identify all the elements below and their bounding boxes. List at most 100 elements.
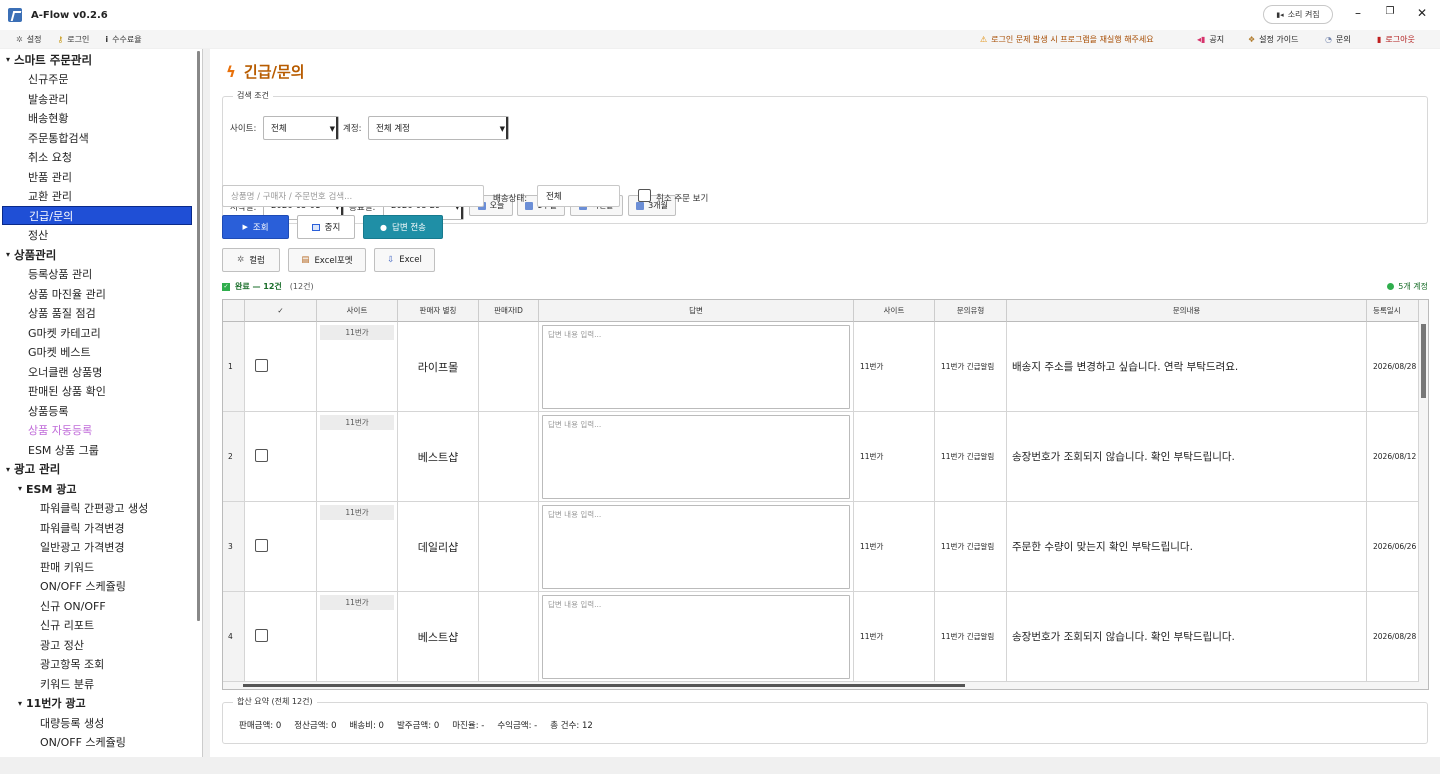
account-select[interactable]: 전체 계정 ▼ — [368, 116, 509, 140]
sidebar-item[interactable]: G마켓 베스트 — [0, 343, 91, 362]
sidebar-item[interactable]: 키워드 분류 — [0, 674, 94, 693]
sidebar-item[interactable]: G마켓 카테고리 — [0, 323, 101, 342]
chevron-down-icon[interactable]: ▾ — [14, 484, 26, 493]
sidebar-item-label: 긴급/문의 — [29, 209, 74, 223]
sidebar-item[interactable]: 긴급/문의 — [2, 206, 192, 225]
site-label: 사이트: — [230, 124, 257, 134]
sidebar-item-label: 상품 마진율 관리 — [28, 287, 106, 301]
sidebar-item[interactable]: 신규 ON/OFF — [0, 596, 106, 615]
menu-logout[interactable]: ▮ 로그아웃 — [1377, 30, 1415, 48]
menu-setup-guide[interactable]: ❖ 설정 가이드 — [1248, 30, 1299, 48]
inquiry-content-cell: 배송지 주소를 변경하고 싶습니다. 연락 부탁드려요. — [1007, 322, 1367, 412]
sound-toggle-button[interactable]: ▮◂ 소리 켜짐 — [1263, 5, 1333, 24]
sidebar-item[interactable]: 일반광고 가격변경 — [0, 538, 124, 557]
column-header[interactable]: ✓ — [245, 300, 317, 322]
menu-settings[interactable]: ✲ 설정 — [16, 34, 41, 45]
sidebar-item[interactable]: 주문통합검색 — [0, 128, 89, 147]
sidebar-item[interactable]: ON/OFF 스케쥴링 — [0, 577, 126, 596]
date-cell: 2026/08/28 — [1367, 322, 1419, 412]
sidebar-item[interactable]: ON/OFF 스케쥴링 — [0, 733, 126, 752]
sidebar-item[interactable]: 상품 품질 점검 — [0, 304, 96, 323]
sidebar-item[interactable]: 대량등록 생성 — [0, 713, 104, 732]
sidebar-item[interactable]: 교환 관리 — [0, 187, 72, 206]
column-header[interactable]: 답변 — [539, 300, 854, 322]
sidebar-item[interactable]: 광고항목 조회 — [0, 655, 104, 674]
sidebar-item[interactable]: ▾ 상품관리 — [0, 245, 56, 264]
answer-input[interactable]: 답변 내용 입력... — [542, 325, 850, 409]
sidebar-item[interactable]: 판매 키워드 — [0, 557, 94, 576]
keyword-search-input[interactable]: 상품명 / 구매자 / 주문번호 검색... — [222, 185, 484, 207]
answer-input[interactable]: 답변 내용 입력... — [542, 505, 850, 589]
site-cell: 11번가 — [317, 502, 398, 592]
column-header[interactable]: 등록일시 — [1367, 300, 1419, 322]
chevron-down-icon[interactable]: ▾ — [2, 55, 14, 64]
inquiry-content-cell: 주문한 수량이 맞는지 확인 부탁드립니다. — [1007, 502, 1367, 592]
sidebar-item[interactable]: 신규주문 — [0, 70, 68, 89]
send-answer-button[interactable]: ● 답변 전송 — [363, 215, 443, 239]
row-checkbox[interactable] — [255, 629, 268, 642]
column-header[interactable]: 사이트 — [854, 300, 935, 322]
query-button[interactable]: ▶ 조회 — [222, 215, 289, 239]
column-header[interactable]: 문의유형 — [935, 300, 1007, 322]
sidebar-item[interactable]: 반품 관리 — [0, 167, 72, 186]
sidebar-item[interactable]: 오너클랜 상품명 — [0, 362, 102, 381]
answer-input[interactable]: 답변 내용 입력... — [542, 595, 850, 679]
column-header[interactable]: 사이트 — [317, 300, 398, 322]
row-checkbox[interactable] — [255, 359, 268, 372]
sidebar-item[interactable]: 신규 리포트 — [0, 616, 94, 635]
row-checkbox[interactable] — [255, 539, 268, 552]
row-number-label: 3 — [228, 542, 233, 551]
sidebar-item[interactable]: 상품 마진율 관리 — [0, 284, 106, 303]
column-header[interactable] — [223, 300, 245, 322]
sidebar-item[interactable]: 정산 — [0, 226, 48, 245]
sidebar-item[interactable]: 취소 요청 — [0, 148, 72, 167]
chevron-down-icon[interactable]: ▾ — [2, 465, 14, 474]
inquiry-content: 송장번호가 조회되지 않습니다. 확인 부탁드립니다. — [1012, 451, 1235, 463]
columns-button[interactable]: ✲ 컬럼 — [222, 248, 280, 272]
menu-notice[interactable]: ◂▮ 공지 — [1197, 30, 1224, 48]
column-header[interactable]: 문의내용 — [1007, 300, 1367, 322]
excel-export-button[interactable]: ⇩ Excel — [374, 248, 435, 272]
site-select[interactable]: 전체 ▼ — [263, 116, 339, 140]
sidebar-item[interactable]: ▾ 스마트 주문관리 — [0, 50, 92, 69]
delivery-status-select[interactable]: 전체 — [537, 185, 620, 207]
logout-icon: ▮ — [1377, 34, 1382, 44]
minimize-button[interactable]: – — [1351, 6, 1365, 20]
show-cancelled-checkbox[interactable] — [638, 189, 651, 202]
sidebar-item[interactable]: ▾ 11번가 광고 — [0, 694, 86, 713]
sidebar-item-label: 반품 관리 — [28, 170, 72, 184]
stop-button[interactable]: 중지 — [297, 215, 355, 239]
answer-input[interactable]: 답변 내용 입력... — [542, 415, 850, 499]
row-number: 1 — [223, 322, 245, 412]
chevron-down-icon[interactable]: ▾ — [14, 699, 26, 708]
column-header[interactable]: 판매자ID — [479, 300, 539, 322]
chevron-down-icon[interactable]: ▾ — [2, 250, 14, 259]
excel-format-button[interactable]: ▤ Excel포멧 — [288, 248, 366, 272]
sidebar-item[interactable]: 파워클릭 간편광고 생성 — [0, 499, 148, 518]
sidebar-item[interactable]: 배송현황 — [0, 109, 68, 128]
sidebar-item[interactable]: 상품등록 — [0, 401, 68, 420]
menu-fee-rate[interactable]: i 수수료율 — [105, 34, 141, 45]
sidebar-item-label: 배송현황 — [28, 112, 69, 125]
sidebar-item[interactable]: 발송관리 — [0, 89, 68, 108]
sidebar-item[interactable]: ▾ ESM 광고 — [0, 479, 76, 498]
sidebar-item[interactable]: 상품 자동등록 — [0, 421, 92, 440]
column-header[interactable]: 판매자 별칭 — [398, 300, 479, 322]
summary-line: 판매금액: 0 정산금액: 0 배송비: 0 발주금액: 0 마진율: - 수익금액: -… — [239, 719, 593, 731]
row-number: 2 — [223, 412, 245, 502]
sidebar-item[interactable]: ▾ 광고 관리 — [0, 460, 60, 479]
menu-inquiry[interactable]: ◔ 문의 — [1325, 30, 1351, 48]
maximize-button[interactable]: ❐ — [1383, 6, 1397, 17]
sidebar-item[interactable]: 판매된 상품 확인 — [0, 382, 106, 401]
menu-login[interactable]: ⚷ 로그인 — [57, 34, 89, 45]
sidebar-item[interactable]: 파워클릭 가격변경 — [0, 518, 124, 537]
answer-cell: 답변 내용 입력... — [539, 592, 854, 682]
sidebar-item[interactable]: 광고 정산 — [0, 635, 84, 654]
sidebar-item-label: ESM 상품 그룹 — [28, 443, 99, 457]
sidebar-scrollbar[interactable] — [197, 51, 200, 621]
sidebar-item[interactable]: ESM 상품 그룹 — [0, 440, 99, 459]
row-checkbox[interactable] — [255, 449, 268, 462]
sidebar-item-label: 정산 — [28, 229, 49, 242]
sidebar-item[interactable]: 등록상품 관리 — [0, 265, 92, 284]
close-button[interactable]: ✕ — [1415, 6, 1429, 20]
